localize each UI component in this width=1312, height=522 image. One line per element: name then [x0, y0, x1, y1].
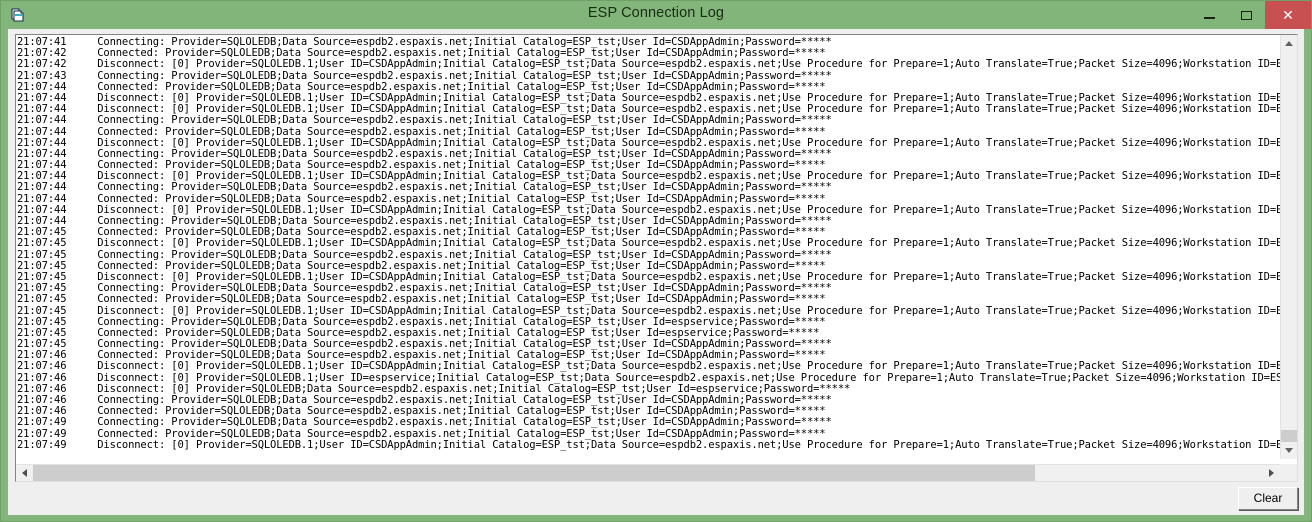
log-line[interactable]: 21:07:49 Disconnect: [0] Provider=SQLOLE…: [17, 440, 1280, 451]
app-window: ESP Connection Log ✕ 21:07:41 Connecting…: [0, 0, 1312, 522]
chevron-down-icon: [1285, 448, 1293, 453]
log-horizontal-scrollbar[interactable]: [16, 464, 1280, 481]
title-bar[interactable]: ESP Connection Log ✕: [1, 1, 1311, 29]
log-line[interactable]: 21:07:49 Connected: Provider=SQLOLEDB;Da…: [17, 429, 1280, 440]
scroll-left-button[interactable]: [16, 465, 33, 481]
log-line[interactable]: 21:07:45 Disconnect: [0] Provider=SQLOLE…: [17, 238, 1280, 249]
horizontal-scroll-track[interactable]: [33, 465, 1263, 481]
log-line[interactable]: 21:07:44 Connected: Provider=SQLOLEDB;Da…: [17, 160, 1280, 171]
log-line[interactable]: 21:07:44 Connecting: Provider=SQLOLEDB;D…: [17, 149, 1280, 160]
log-line[interactable]: 21:07:44 Connecting: Provider=SQLOLEDB;D…: [17, 182, 1280, 193]
minimize-button[interactable]: [1191, 1, 1228, 29]
chevron-left-icon: [22, 469, 27, 477]
connection-log-list[interactable]: 21:07:41 Connecting: Provider=SQLOLEDB;D…: [17, 37, 1280, 459]
log-line[interactable]: 21:07:44 Disconnect: [0] Provider=SQLOLE…: [17, 93, 1280, 104]
scroll-up-button[interactable]: [1281, 35, 1297, 52]
log-line[interactable]: 21:07:45 Connected: Provider=SQLOLEDB;Da…: [17, 227, 1280, 238]
log-document-icon: [10, 7, 26, 23]
clear-button[interactable]: Clear: [1238, 487, 1298, 510]
maximize-icon: [1241, 10, 1252, 20]
scrollbar-corner: [1280, 464, 1297, 481]
log-line[interactable]: 21:07:46 Connecting: Provider=SQLOLEDB;D…: [17, 395, 1280, 406]
minimize-icon: [1204, 16, 1215, 19]
close-button[interactable]: ✕: [1265, 1, 1311, 29]
log-line[interactable]: 21:07:46 Disconnect: [0] Provider=SQLOLE…: [17, 384, 1280, 395]
log-line[interactable]: 21:07:46 Disconnect: [0] Provider=SQLOLE…: [17, 373, 1280, 384]
log-line[interactable]: 21:07:45 Connecting: Provider=SQLOLEDB;D…: [17, 339, 1280, 350]
log-line[interactable]: 21:07:44 Connecting: Provider=SQLOLEDB;D…: [17, 115, 1280, 126]
log-vertical-scrollbar[interactable]: [1280, 35, 1297, 459]
log-line[interactable]: 21:07:45 Disconnect: [0] Provider=SQLOLE…: [17, 272, 1280, 283]
maximize-button[interactable]: [1228, 1, 1265, 29]
scroll-right-button[interactable]: [1263, 465, 1280, 481]
chevron-up-icon: [1285, 41, 1293, 46]
window-controls: ✕: [1191, 1, 1311, 29]
log-line[interactable]: 21:07:44 Disconnect: [0] Provider=SQLOLE…: [17, 171, 1280, 182]
log-line[interactable]: 21:07:44 Disconnect: [0] Provider=SQLOLE…: [17, 205, 1280, 216]
scroll-down-button[interactable]: [1281, 442, 1297, 459]
close-icon: ✕: [1282, 7, 1294, 23]
log-line[interactable]: 21:07:45 Disconnect: [0] Provider=SQLOLE…: [17, 306, 1280, 317]
log-line[interactable]: 21:07:44 Connecting: Provider=SQLOLEDB;D…: [17, 216, 1280, 227]
log-line[interactable]: 21:07:45 Connected: Provider=SQLOLEDB;Da…: [17, 328, 1280, 339]
log-line[interactable]: 21:07:44 Disconnect: [0] Provider=SQLOLE…: [17, 138, 1280, 149]
log-line[interactable]: 21:07:45 Connecting: Provider=SQLOLEDB;D…: [17, 283, 1280, 294]
log-line[interactable]: 21:07:46 Connected: Provider=SQLOLEDB;Da…: [17, 406, 1280, 417]
log-line[interactable]: 21:07:42 Disconnect: [0] Provider=SQLOLE…: [17, 59, 1280, 70]
log-line[interactable]: 21:07:49 Connecting: Provider=SQLOLEDB;D…: [17, 417, 1280, 428]
log-line[interactable]: 21:07:45 Connecting: Provider=SQLOLEDB;D…: [17, 317, 1280, 328]
client-area: 21:07:41 Connecting: Provider=SQLOLEDB;D…: [8, 29, 1304, 515]
log-line[interactable]: 21:07:44 Connected: Provider=SQLOLEDB;Da…: [17, 194, 1280, 205]
horizontal-scroll-thumb[interactable]: [33, 465, 1035, 481]
log-line[interactable]: 21:07:44 Connected: Provider=SQLOLEDB;Da…: [17, 127, 1280, 138]
log-line[interactable]: 21:07:43 Connecting: Provider=SQLOLEDB;D…: [17, 71, 1280, 82]
log-line[interactable]: 21:07:45 Connecting: Provider=SQLOLEDB;D…: [17, 250, 1280, 261]
window-title: ESP Connection Log: [587, 5, 725, 21]
log-line[interactable]: 21:07:45 Connected: Provider=SQLOLEDB;Da…: [17, 261, 1280, 272]
log-line[interactable]: 21:07:41 Connecting: Provider=SQLOLEDB;D…: [17, 37, 1280, 48]
log-line[interactable]: 21:07:42 Connected: Provider=SQLOLEDB;Da…: [17, 48, 1280, 59]
vertical-scroll-track[interactable]: [1281, 52, 1297, 459]
log-line[interactable]: 21:07:45 Connected: Provider=SQLOLEDB;Da…: [17, 294, 1280, 305]
chevron-right-icon: [1269, 469, 1274, 477]
connection-log-panel: 21:07:41 Connecting: Provider=SQLOLEDB;D…: [15, 34, 1298, 482]
log-line[interactable]: 21:07:44 Disconnect: [0] Provider=SQLOLE…: [17, 104, 1280, 115]
log-line[interactable]: 21:07:44 Connected: Provider=SQLOLEDB;Da…: [17, 82, 1280, 93]
log-line[interactable]: 21:07:46 Disconnect: [0] Provider=SQLOLE…: [17, 361, 1280, 372]
log-line[interactable]: 21:07:46 Connected: Provider=SQLOLEDB;Da…: [17, 350, 1280, 361]
